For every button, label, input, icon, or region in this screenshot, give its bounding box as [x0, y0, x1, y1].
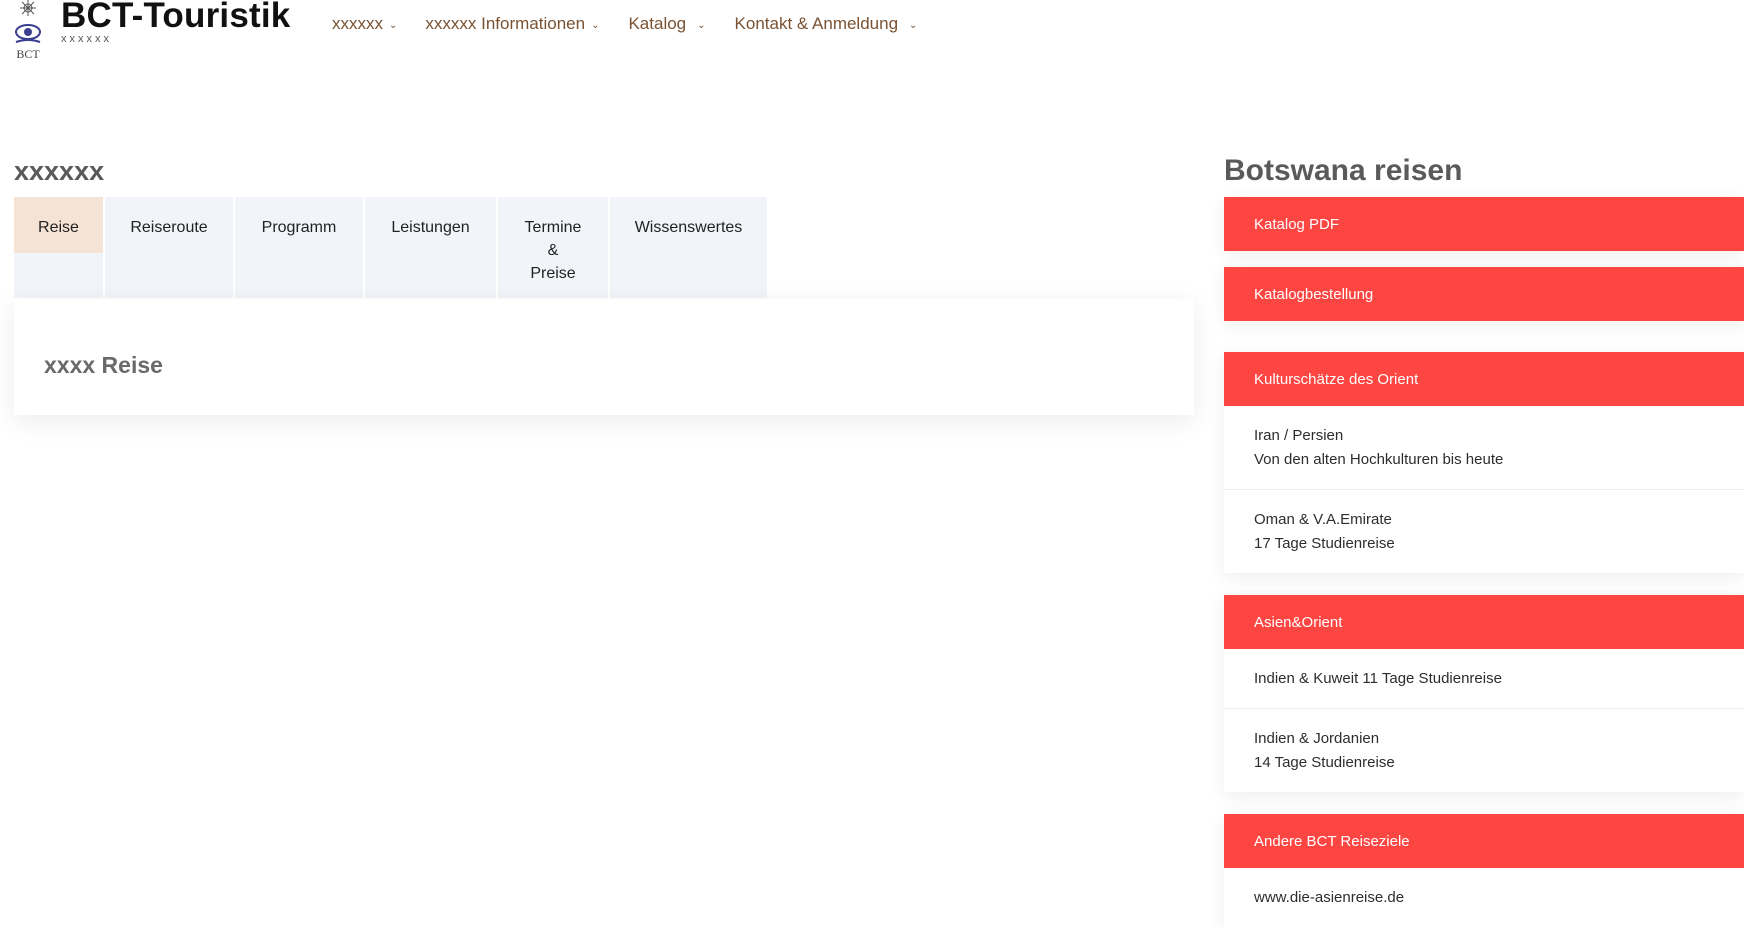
list-item[interactable]: Indien & Jordanien 14 Tage Studienreise [1224, 709, 1744, 792]
sidebar-title: Botswana reisen [1224, 154, 1463, 187]
nav-item-kontakt[interactable]: Kontakt & Anmeldung ⌄ [735, 14, 918, 34]
tab-label: Leistungen [391, 219, 470, 236]
list-item-line1: Oman & V.A.Emirate [1254, 511, 1392, 528]
sidebar-heading-andere-reiseziele[interactable]: Andere BCT Reiseziele [1224, 814, 1744, 868]
sidebar-heading-kulturschaetze[interactable]: Kulturschätze des Orient [1224, 352, 1744, 406]
tab-leistungen[interactable]: Leistungen [365, 197, 496, 298]
sidebar-link-katalogbestellung[interactable]: Katalogbestellung [1224, 267, 1744, 321]
tab-reise[interactable]: Reise [14, 197, 103, 253]
sidebar-block-asien-orient: Asien&Orient Indien & Kuweit 11 Tage Stu… [1224, 595, 1744, 792]
tab-reise-wrap: Reise [14, 197, 103, 298]
nav-item-katalog[interactable]: Katalog ⌄ [628, 14, 705, 34]
sidebar-heading-asien-orient[interactable]: Asien&Orient [1224, 595, 1744, 649]
nav-item-informationen[interactable]: xxxxxx Informationen ⌄ [425, 14, 599, 34]
brand-title[interactable]: BCT-Touristik [61, 0, 290, 36]
list-item-line2: 17 Tage Studienreise [1254, 535, 1395, 552]
list-item[interactable]: Oman & V.A.Emirate 17 Tage Studienreise [1224, 490, 1744, 573]
logo[interactable]: BCT [12, 0, 44, 62]
chevron-down-icon: ⌄ [591, 19, 600, 31]
chevron-down-icon: ⌄ [909, 19, 918, 31]
nav-item-1[interactable]: xxxxxx ⌄ [332, 14, 397, 34]
nav-item-label: Kontakt & Anmeldung [734, 14, 899, 33]
tab-label: Programm [261, 219, 337, 236]
content-heading: xxxx Reise [44, 352, 163, 378]
chevron-down-icon: ⌄ [389, 19, 398, 31]
sidebar-block-andere-reiseziele: Andere BCT Reiseziele www.die-asienreise… [1224, 814, 1744, 927]
tab-content-panel: xxxx Reise [14, 299, 1194, 415]
list-item[interactable]: Indien & Kuweit 11 Tage Studienreise [1224, 649, 1744, 709]
tab-label: Termine & Preise [524, 219, 582, 282]
list-item-line1: www.die-asienreise.de [1254, 889, 1405, 906]
nav-item-label: Katalog [628, 14, 687, 33]
tab-label: Wissenswertes [634, 219, 743, 236]
svg-text:BCT: BCT [16, 47, 40, 61]
sidebar-link-katalog-pdf[interactable]: Katalog PDF [1224, 197, 1744, 251]
list-item-line2: Von den alten Hochkulturen bis heute [1254, 451, 1504, 468]
brand-tagline: xxxxxx [61, 33, 112, 45]
list-item[interactable]: Iran / Persien Von den alten Hochkulture… [1224, 406, 1744, 490]
tab-programm[interactable]: Programm [235, 197, 363, 298]
sidebar-block-katalog-pdf: Katalog PDF [1224, 197, 1744, 251]
tab-label: Reise [38, 219, 79, 236]
tab-bar: Reise Reiseroute Programm Leistungen Ter… [14, 197, 769, 298]
tab-wissenswertes[interactable]: Wissenswertes [610, 197, 767, 298]
nav-item-label: xxxxxx Informationen [425, 14, 586, 33]
tab-termine-preise[interactable]: Termine & Preise [498, 197, 608, 298]
list-item-line1: Indien & Jordanien [1254, 730, 1380, 747]
page-title: xxxxxx [14, 156, 105, 186]
list-item-line1: Iran / Persien [1254, 427, 1344, 444]
list-item-line1: Indien & Kuweit 11 Tage Studienreise [1254, 670, 1502, 687]
main-nav: xxxxxx ⌄ xxxxxx Informationen ⌄ Katalog … [332, 14, 946, 34]
tab-label: Reiseroute [130, 219, 208, 236]
tab-reiseroute[interactable]: Reiseroute [105, 197, 233, 298]
sidebar-block-katalogbestellung: Katalogbestellung [1224, 267, 1744, 321]
list-item-line2: 14 Tage Studienreise [1254, 754, 1395, 771]
list-item[interactable]: www.die-asienreise.de [1224, 868, 1744, 927]
chevron-down-icon: ⌄ [697, 19, 706, 31]
sidebar-block-kulturschaetze: Kulturschätze des Orient Iran / Persien … [1224, 352, 1744, 573]
nav-item-label: xxxxxx [332, 14, 383, 33]
